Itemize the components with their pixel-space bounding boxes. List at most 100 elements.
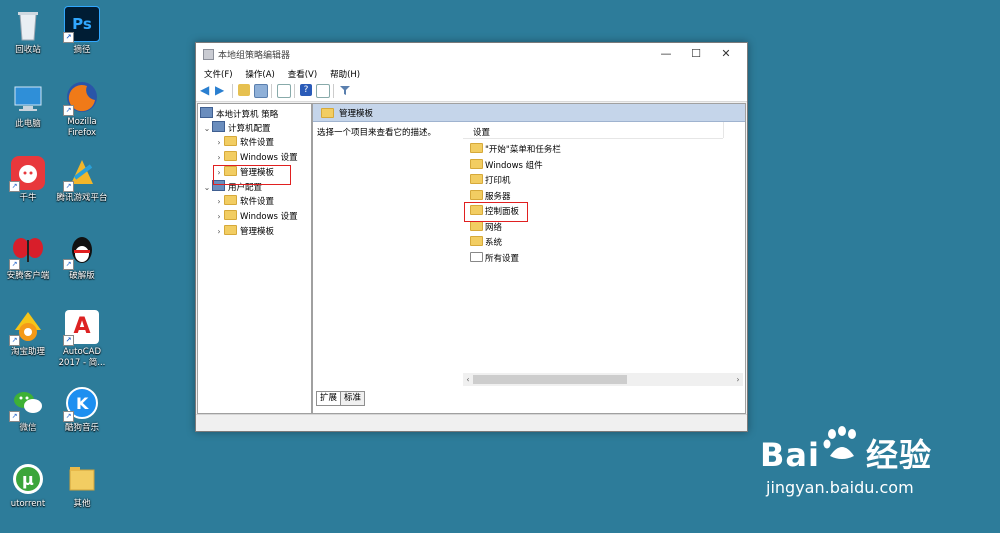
tree-node-user-software[interactable]: › 软件设置 xyxy=(214,195,274,208)
computer-config-icon xyxy=(212,121,225,132)
toolbar-separator xyxy=(271,84,272,98)
chevron-down-icon[interactable]: ⌄ xyxy=(202,122,212,135)
tree-pane: 本地计算机 策略 ⌄ 计算机配置 › 软件设置 › Windows 设置 › 管理模板 … xyxy=(197,103,312,414)
folder-icon xyxy=(470,221,483,231)
photoshop-icon: Ps ↗ xyxy=(63,6,100,43)
tree-node-user-windows[interactable]: › Windows 设置 xyxy=(214,210,298,223)
show-hide-tree-icon[interactable] xyxy=(254,84,268,98)
menu-action[interactable]: 操作(A) xyxy=(240,65,279,80)
shortcut-arrow-icon: ↗ xyxy=(9,335,20,346)
shortcut-arrow-icon: ↗ xyxy=(63,181,74,192)
list-item[interactable]: Windows 组件 xyxy=(470,159,543,173)
svg-text:µ: µ xyxy=(22,470,34,489)
export-list-icon[interactable] xyxy=(277,84,291,98)
kugou-icon: K ↗ xyxy=(63,386,99,422)
column-header-setting[interactable]: 设置 xyxy=(463,122,723,139)
tree-node-computer-config[interactable]: ⌄ 计算机配置 xyxy=(202,121,271,134)
tree-node-computer-windows[interactable]: › Windows 设置 xyxy=(214,151,298,164)
chevron-right-icon[interactable]: › xyxy=(214,136,224,149)
desktop-icon-label: 酷狗音乐 xyxy=(64,423,99,433)
tree-node-user-admin-templates[interactable]: › 管理模板 xyxy=(214,225,274,238)
desktop-icon-label: 摘径 xyxy=(73,45,91,55)
tree-node-computer-software[interactable]: › 软件设置 xyxy=(214,136,274,149)
menu-help[interactable]: 帮助(H) xyxy=(325,65,365,80)
desktop-icon-tencent-games[interactable]: ↗ 腾讯游戏平台 xyxy=(56,156,108,204)
list-item[interactable]: 打印机 xyxy=(470,174,511,188)
scrollbar-thumb[interactable] xyxy=(473,375,627,384)
list-item-label: 服务器 xyxy=(485,192,511,202)
wechat-icon: ↗ xyxy=(9,386,45,422)
folder-icon xyxy=(224,225,237,235)
chevron-right-icon[interactable]: › xyxy=(214,225,224,238)
up-folder-icon[interactable] xyxy=(238,84,250,96)
chevron-right-icon[interactable]: › xyxy=(214,151,224,164)
folder-icon xyxy=(224,136,237,146)
tree-node-label: 软件设置 xyxy=(240,197,275,207)
desktop-icon-label: 此电脑 xyxy=(15,119,41,129)
utorrent-icon: µ xyxy=(11,462,45,496)
menu-view[interactable]: 查看(V) xyxy=(283,65,322,80)
maximize-button[interactable]: ☐ xyxy=(682,46,710,62)
scroll-right-icon[interactable]: › xyxy=(733,373,743,386)
tree-node-label: 本地计算机 策略 xyxy=(216,110,279,120)
desktop-icon-anteng-client[interactable]: ↗ 安腾客户端 xyxy=(2,234,54,282)
minimize-button[interactable]: — xyxy=(652,46,680,62)
svg-text:K: K xyxy=(76,394,89,413)
desktop-icon-utorrent[interactable]: µ utorrent xyxy=(2,462,54,510)
horizontal-scrollbar[interactable]: ‹ › xyxy=(463,373,743,386)
folder-icon xyxy=(470,174,483,184)
desktop-icon-wechat[interactable]: ↗ 微信 xyxy=(2,386,54,434)
desktop-icon-kugou[interactable]: K ↗ 酷狗音乐 xyxy=(56,386,108,434)
desktop-icon-recycle-bin[interactable]: 回收站 xyxy=(2,8,54,56)
tree-node-label: Windows 设置 xyxy=(240,212,298,222)
properties-icon[interactable] xyxy=(316,84,330,98)
chevron-right-icon[interactable]: › xyxy=(214,195,224,208)
help-icon[interactable]: ? xyxy=(300,84,312,96)
list-item[interactable]: "开始"菜单和任务栏 xyxy=(470,143,561,157)
tree-node-local-policy[interactable]: 本地计算机 策略 xyxy=(200,107,278,120)
desktop-icon-label: 微信 xyxy=(19,423,37,433)
tab-standard[interactable]: 标准 xyxy=(340,391,366,406)
tencent-games-icon: ↗ xyxy=(63,156,99,192)
forward-icon[interactable]: ▶ xyxy=(215,84,227,96)
filter-icon[interactable] xyxy=(339,84,351,96)
desktop-icon-label: 其他 xyxy=(73,499,91,509)
column-header-label: 设置 xyxy=(473,128,491,138)
folder-icon xyxy=(224,151,237,161)
list-item-label: 打印机 xyxy=(485,176,511,186)
desktop-icon-firefox[interactable]: ↗ Mozilla Firefox xyxy=(56,80,108,139)
folder-icon xyxy=(224,195,237,205)
watermark-url: jingyan.baidu.com xyxy=(766,478,914,497)
title-bar[interactable]: 本地组策略编辑器 — ☐ ✕ xyxy=(196,43,747,65)
tab-extended[interactable]: 扩展 xyxy=(316,391,342,406)
menu-file[interactable]: 文件(F) xyxy=(199,65,238,80)
desktop-icon-taobao-assistant[interactable]: ↗ 淘宝助理 xyxy=(2,310,54,358)
back-icon[interactable]: ◀ xyxy=(200,84,212,96)
details-pane: 管理模板 选择一个项目来查看它的描述。 设置 "开始"菜单和任务栏 Window… xyxy=(312,103,746,414)
scroll-left-icon[interactable]: ‹ xyxy=(463,373,473,386)
desktop-icon-label: 淘宝助理 xyxy=(10,347,45,357)
desktop-icon-label: Mozilla Firefox xyxy=(67,117,97,138)
desktop-icon-autocad[interactable]: A ↗ AutoCAD 2017 - 简... xyxy=(56,310,108,369)
menu-bar: 文件(F) 操作(A) 查看(V) 帮助(H) xyxy=(196,65,747,81)
list-item[interactable]: 系统 xyxy=(470,236,502,250)
list-item[interactable]: 所有设置 xyxy=(470,252,519,266)
close-button[interactable]: ✕ xyxy=(712,46,740,62)
toolbar-separator xyxy=(232,84,233,98)
recycle-bin-icon xyxy=(11,8,45,42)
folder-icon xyxy=(470,190,483,200)
desktop-icon-this-pc[interactable]: 此电脑 xyxy=(2,82,54,130)
list-item[interactable]: 网络 xyxy=(470,221,502,235)
status-bar xyxy=(196,414,747,431)
desktop-icon-qq[interactable]: ↗ 破解版 xyxy=(56,234,108,282)
app-icon xyxy=(203,49,214,60)
chevron-right-icon[interactable]: › xyxy=(214,210,224,223)
desktop-icon-other-folder[interactable]: 其他 xyxy=(56,462,108,510)
desktop-icon-qianniu[interactable]: ↗ 千牛 xyxy=(2,156,54,204)
column-divider[interactable] xyxy=(723,122,724,138)
desktop-icon-label: AutoCAD 2017 - 简... xyxy=(58,347,106,368)
toolbar: ◀ ▶ ? xyxy=(196,81,747,102)
desktop-icon-photoshop[interactable]: Ps ↗ 摘径 xyxy=(56,6,108,56)
chevron-down-icon[interactable]: ⌄ xyxy=(202,181,212,194)
tree-node-label: 管理模板 xyxy=(240,227,275,237)
